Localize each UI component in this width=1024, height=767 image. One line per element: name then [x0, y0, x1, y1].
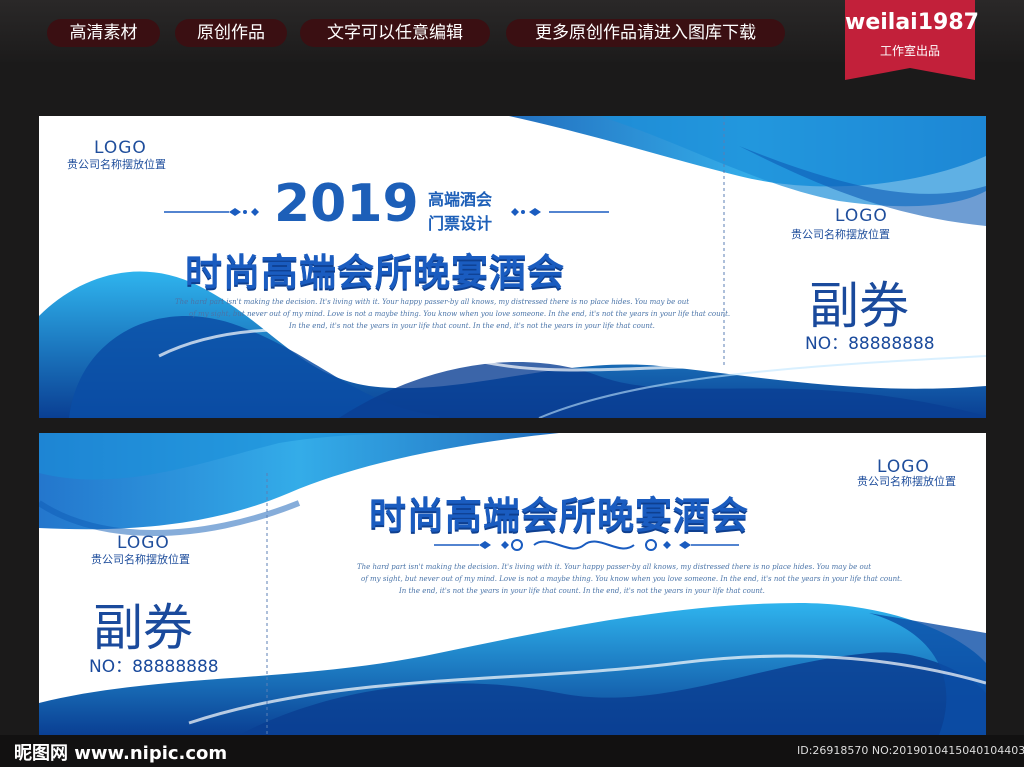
- stub-company-placeholder: 贵公司名称摆放位置: [91, 553, 190, 566]
- badge-caption: 工作室出品: [879, 44, 940, 58]
- body-text-2: of my sight, but never out of my mind. L…: [361, 575, 903, 583]
- author-badge: weilai1987 工作室出品: [845, 0, 979, 80]
- stub-number: NO：88888888: [805, 334, 935, 354]
- tag-editable[interactable]: 文字可以任意编辑: [300, 19, 490, 47]
- event-title: 时尚高端会所晚宴酒会: [185, 251, 565, 294]
- body-text-1: The hard part isn't making the decision.…: [175, 298, 690, 306]
- stub-number: NO：88888888: [89, 657, 219, 677]
- tag-original[interactable]: 原创作品: [175, 19, 287, 47]
- tag-more[interactable]: 更多原创作品请进入图库下载: [506, 19, 785, 47]
- stub-company-placeholder: 贵公司名称摆放位置: [791, 228, 890, 241]
- stub-logo-text: LOGO: [835, 206, 888, 226]
- company-placeholder: 贵公司名称摆放位置: [67, 158, 166, 171]
- ticket-top: LOGO 贵公司名称摆放位置 2019 高端酒会 门票设计 时尚高端会所晚宴酒会…: [39, 116, 986, 418]
- event-title: 时尚高端会所晚宴酒会: [369, 494, 749, 537]
- ticket-bottom: LOGO 贵公司名称摆放位置 时尚高端会所晚宴酒会 The hard part …: [39, 433, 986, 735]
- site-watermark[interactable]: 昵图网 www.nipic.com: [14, 739, 227, 765]
- image-id: ID:26918570 NO:20190104150401044030: [797, 744, 1024, 757]
- body-text-2: of my sight, but never out of my mind. L…: [189, 310, 731, 318]
- footer-bar: 昵图网 www.nipic.com ID:26918570 NO:2019010…: [0, 735, 1024, 767]
- company-placeholder: 贵公司名称摆放位置: [857, 475, 956, 488]
- stub-label: 副券: [809, 277, 909, 335]
- event-year: 2019: [274, 174, 419, 234]
- stub-label: 副券: [93, 599, 193, 657]
- subtitle-line1: 高端酒会: [428, 190, 493, 209]
- logo-text: LOGO: [94, 138, 147, 158]
- badge-name: weilai1987: [845, 10, 979, 35]
- stub-logo-text: LOGO: [117, 533, 170, 553]
- body-text-3: In the end, it's not the years in your l…: [289, 322, 655, 330]
- subtitle-line2: 门票设计: [428, 214, 493, 233]
- body-text-1: The hard part isn't making the decision.…: [357, 563, 872, 571]
- tag-hd[interactable]: 高清素材: [47, 19, 160, 47]
- body-text-3: In the end, it's not the years in your l…: [399, 587, 765, 595]
